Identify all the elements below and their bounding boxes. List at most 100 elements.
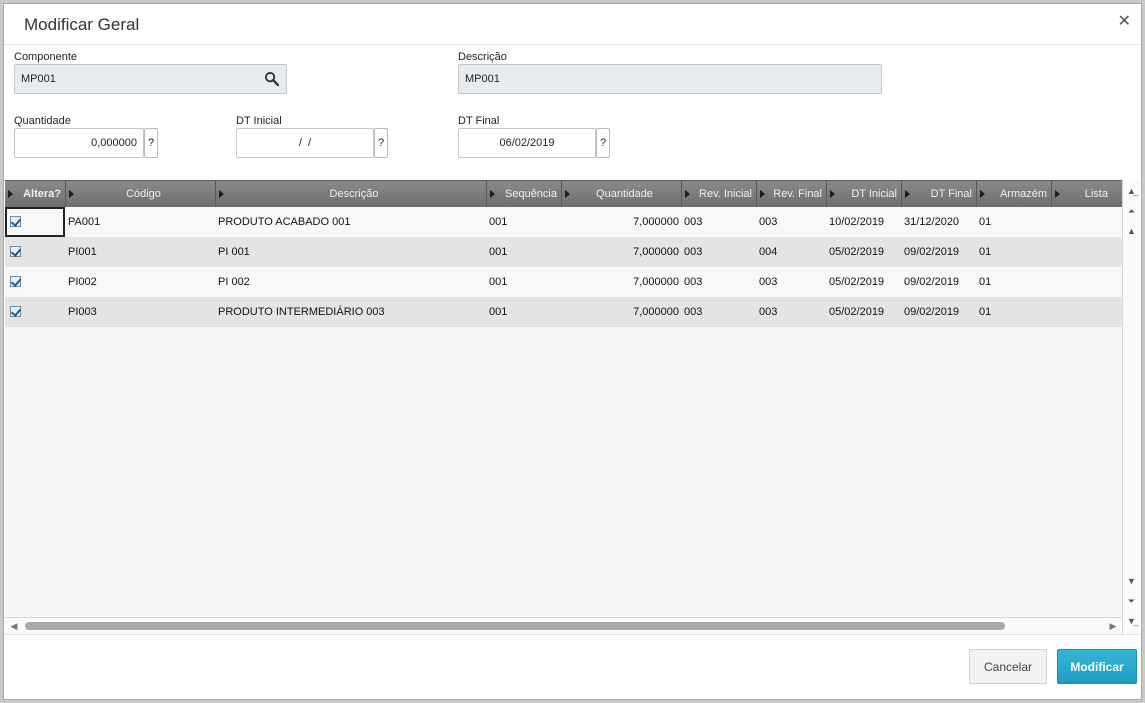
- dialog-title: Modificar Geral: [24, 15, 140, 34]
- sort-arrow-icon: [69, 190, 74, 198]
- quantidade-value: 0,000000: [91, 137, 137, 149]
- altera-checkbox[interactable]: [10, 306, 21, 317]
- componente-value: MP001: [21, 73, 56, 85]
- col-header-sequencia[interactable]: Sequência: [487, 181, 562, 207]
- dt-final-field[interactable]: 06/02/2019: [458, 128, 596, 158]
- dialog-titlebar: Modificar Geral ✕: [4, 4, 1141, 45]
- cell-codigo: PI003: [68, 306, 97, 318]
- search-icon[interactable]: [264, 71, 279, 86]
- col-header-codigo[interactable]: Código: [66, 181, 216, 207]
- cell-descricao: PI 002: [218, 276, 250, 288]
- col-header-rev-final[interactable]: Rev. Final: [757, 181, 827, 207]
- col-header-altera[interactable]: Altera?: [5, 181, 66, 207]
- sort-arrow-icon: [905, 190, 910, 198]
- cell-dt-inicial: 05/02/2019: [829, 246, 885, 258]
- sort-arrow-icon: [980, 190, 985, 198]
- cell-codigo: PI001: [68, 246, 97, 258]
- scroll-up-icon[interactable]: ▲: [1125, 223, 1138, 239]
- altera-checkbox[interactable]: [10, 276, 21, 287]
- cell-dt-inicial: 05/02/2019: [829, 276, 885, 288]
- descricao-field[interactable]: MP001: [458, 64, 882, 94]
- sort-arrow-icon: [830, 190, 835, 198]
- modify-button[interactable]: Modificar: [1057, 649, 1137, 684]
- col-header-descricao[interactable]: Descrição: [216, 181, 487, 207]
- cell-focus: [5, 207, 65, 237]
- col-header-dt-final[interactable]: DT Final: [902, 181, 977, 207]
- horizontal-scrollbar[interactable]: ◀ ▶: [5, 617, 1122, 635]
- cell-quantidade: 7,000000: [633, 246, 679, 258]
- cell-sequencia: 001: [489, 246, 508, 258]
- dt-inicial-field[interactable]: / /: [236, 128, 374, 158]
- table-row[interactable]: PA001 PRODUTO ACABADO 001 001 7,000000 0…: [5, 207, 1122, 237]
- table-row[interactable]: PI002 PI 002 001 7,000000 003 003 05/02/…: [5, 267, 1122, 297]
- cell-descricao: PRODUTO INTERMEDIÁRIO 003: [218, 306, 385, 318]
- sort-arrow-icon: [685, 190, 690, 198]
- cell-dt-final: 09/02/2019: [904, 246, 960, 258]
- componente-label: Componente: [14, 51, 77, 63]
- cell-sequencia: 001: [489, 216, 508, 228]
- scroll-right-icon[interactable]: ▶: [1107, 620, 1119, 632]
- cell-armazem: 01: [979, 216, 992, 228]
- cell-rev-inicial: 003: [684, 306, 703, 318]
- descricao-value: MP001: [465, 73, 500, 85]
- close-icon[interactable]: ✕: [1118, 13, 1131, 31]
- descricao-label: Descrição: [458, 51, 507, 63]
- col-header-lista[interactable]: Lista: [1052, 181, 1122, 207]
- cell-quantidade: 7,000000: [633, 216, 679, 228]
- col-header-armazem[interactable]: Armazém: [977, 181, 1052, 207]
- cell-rev-inicial: 003: [684, 276, 703, 288]
- table-row[interactable]: PI003 PRODUTO INTERMEDIÁRIO 003 001 7,00…: [5, 297, 1122, 327]
- table-row[interactable]: PI001 PI 001 001 7,000000 003 004 05/02/…: [5, 237, 1122, 267]
- sort-arrow-icon: [8, 190, 13, 198]
- cell-codigo: PI002: [68, 276, 97, 288]
- cell-sequencia: 001: [489, 276, 508, 288]
- scroll-left-icon[interactable]: ◀: [8, 620, 20, 632]
- scroll-bottom-icon[interactable]: ▼̲: [1125, 613, 1138, 629]
- scroll-down-icon[interactable]: ▼: [1125, 573, 1138, 589]
- cell-rev-inicial: 003: [684, 246, 703, 258]
- cell-rev-final: 003: [759, 306, 778, 318]
- cell-dt-inicial: 05/02/2019: [829, 306, 885, 318]
- cell-rev-final: 003: [759, 216, 778, 228]
- quantidade-help-button[interactable]: ?: [144, 128, 158, 158]
- sort-arrow-icon: [760, 190, 765, 198]
- dt-final-help-button[interactable]: ?: [596, 128, 610, 158]
- cell-codigo: PA001: [68, 216, 101, 228]
- components-grid: Altera? Código Descrição Sequência Quant…: [5, 180, 1123, 617]
- cell-armazem: 01: [979, 246, 992, 258]
- dt-inicial-value: / /: [295, 137, 315, 149]
- componente-field[interactable]: MP001: [14, 64, 287, 94]
- col-header-rev-inicial[interactable]: Rev. Inicial: [682, 181, 757, 207]
- sort-arrow-icon: [219, 190, 224, 198]
- altera-checkbox[interactable]: [10, 246, 21, 257]
- cell-descricao: PI 001: [218, 246, 250, 258]
- sort-arrow-icon: [565, 190, 570, 198]
- modify-dialog: Modificar Geral ✕ Componente MP001 Descr…: [3, 3, 1142, 700]
- col-header-quantidade[interactable]: Quantidade: [562, 181, 682, 207]
- cell-armazem: 01: [979, 276, 992, 288]
- cell-quantidade: 7,000000: [633, 276, 679, 288]
- footer-divider: [4, 634, 1141, 635]
- scroll-page-down-icon[interactable]: ⏷: [1125, 593, 1138, 609]
- cell-armazem: 01: [979, 306, 992, 318]
- quantidade-label: Quantidade: [14, 115, 71, 127]
- scroll-page-up-icon[interactable]: ⏶: [1125, 203, 1138, 219]
- cell-descricao: PRODUTO ACABADO 001: [218, 216, 351, 228]
- cancel-button[interactable]: Cancelar: [969, 649, 1047, 684]
- vertical-scrollbar[interactable]: ▲̲ ⏶ ▲ ▼ ⏷ ▼̲: [1122, 180, 1140, 634]
- cell-quantidade: 7,000000: [633, 306, 679, 318]
- scroll-top-icon[interactable]: ▲̲: [1125, 183, 1138, 199]
- horizontal-scroll-thumb[interactable]: [25, 622, 1005, 630]
- dt-final-value: 06/02/2019: [499, 137, 555, 149]
- grid-header: Altera? Código Descrição Sequência Quant…: [5, 180, 1122, 207]
- dt-inicial-help-button[interactable]: ?: [374, 128, 388, 158]
- cell-sequencia: 001: [489, 306, 508, 318]
- sort-arrow-icon: [490, 190, 495, 198]
- cell-dt-final: 09/02/2019: [904, 276, 960, 288]
- dt-final-label: DT Final: [458, 115, 500, 127]
- quantidade-field[interactable]: 0,000000: [14, 128, 144, 158]
- sort-arrow-icon: [1055, 190, 1060, 198]
- cell-rev-final: 004: [759, 246, 778, 258]
- col-header-dt-inicial[interactable]: DT Inicial: [827, 181, 902, 207]
- cell-dt-final: 09/02/2019: [904, 306, 960, 318]
